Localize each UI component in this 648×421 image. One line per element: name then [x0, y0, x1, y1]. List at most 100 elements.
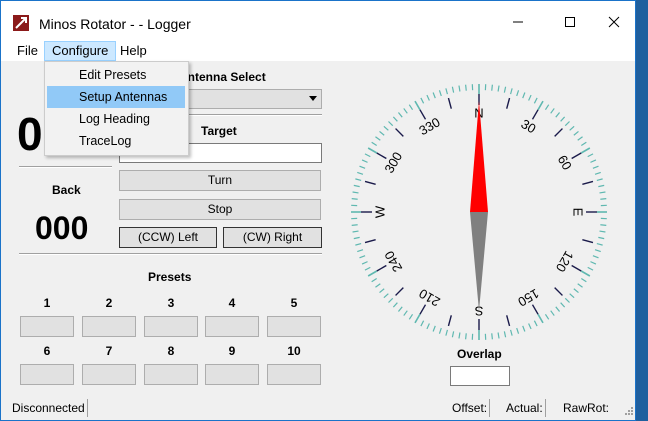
- app-icon: [13, 15, 29, 31]
- compass-label: 60: [555, 152, 575, 172]
- compass-tick: [420, 97, 425, 104]
- compass-major-tick: [364, 239, 376, 244]
- compass-tick: [445, 88, 449, 95]
- compass-tick: [533, 97, 538, 104]
- compass-tick: [592, 165, 599, 169]
- preset-number-label: 5: [290, 296, 298, 310]
- preset-button-10[interactable]: [267, 364, 321, 385]
- compass-major-tick: [506, 315, 511, 327]
- compass-tick: [383, 293, 389, 299]
- menu-item-setup-antennas[interactable]: Setup Antennas: [47, 86, 185, 108]
- compass-tick: [592, 255, 599, 259]
- compass-tick: [432, 92, 436, 99]
- preset-button-7[interactable]: [82, 364, 136, 385]
- preset-number-label: 3: [167, 296, 175, 310]
- menu-item-log-heading[interactable]: Log Heading: [47, 108, 185, 130]
- compass-tick: [600, 224, 607, 226]
- minimize-icon: [513, 21, 523, 23]
- compass-tick: [388, 297, 394, 303]
- compass-label: E: [571, 208, 586, 217]
- title-bar: Minos Rotator - - Logger: [1, 1, 635, 41]
- menu-item-edit-presets[interactable]: Edit Presets: [47, 64, 185, 86]
- compass-tick: [555, 306, 561, 312]
- preset-number-label: 7: [105, 344, 113, 358]
- compass-tick: [587, 153, 594, 158]
- compass-major-tick: [395, 128, 404, 137]
- compass-tick: [364, 153, 371, 158]
- maximize-button[interactable]: [547, 7, 593, 37]
- target-label: Target: [201, 124, 237, 138]
- compass-tick: [577, 136, 583, 141]
- compass-tick: [414, 313, 421, 324]
- compass-tick: [573, 288, 579, 294]
- maximize-icon: [565, 17, 575, 27]
- back-heading-value: 000: [35, 210, 89, 246]
- compass-tick: [352, 191, 359, 194]
- menu-configure[interactable]: Configure: [44, 41, 117, 61]
- needle-south-icon: [470, 212, 488, 311]
- compass-tick: [361, 159, 368, 163]
- stop-button[interactable]: Stop: [119, 199, 321, 220]
- preset-button-5[interactable]: [267, 316, 321, 337]
- preset-button-1[interactable]: [20, 316, 74, 337]
- compass-label: W: [373, 205, 388, 218]
- compass-major-tick: [571, 152, 582, 160]
- turn-button[interactable]: Turn: [119, 170, 321, 191]
- overlap-input[interactable]: [450, 366, 510, 386]
- compass-tick: [594, 171, 601, 175]
- compass-major-tick: [364, 180, 376, 185]
- compass-major-tick: [531, 304, 539, 315]
- needle-north-icon: [470, 101, 488, 212]
- compass-tick: [596, 242, 603, 246]
- compass-tick: [599, 230, 606, 233]
- compass-tick: [403, 108, 408, 114]
- compass-tick: [503, 331, 507, 338]
- menu-help[interactable]: Help: [113, 41, 154, 61]
- compass-tick: [516, 90, 520, 97]
- compass-tick: [397, 112, 403, 118]
- compass-tick: [383, 125, 389, 131]
- minimize-button[interactable]: [495, 7, 541, 37]
- compass-tick: [516, 327, 520, 334]
- compass-major-tick: [506, 97, 511, 109]
- preset-button-8[interactable]: [144, 364, 198, 385]
- compass-tick: [379, 130, 385, 136]
- compass-tick: [392, 116, 398, 122]
- menu-file[interactable]: File: [10, 41, 45, 61]
- preset-button-4[interactable]: [205, 316, 259, 337]
- compass-tick: [550, 310, 555, 316]
- close-button[interactable]: [591, 7, 635, 37]
- menu-item-tracelog[interactable]: TraceLog: [47, 130, 185, 152]
- compass-tick: [361, 261, 368, 265]
- compass-tick: [598, 236, 605, 240]
- compass-major-tick: [554, 287, 563, 296]
- actual-readout: Actual:: [504, 399, 546, 417]
- ccw-left-button[interactable]: (CCW) Left: [119, 227, 217, 248]
- compass-tick: [353, 236, 360, 240]
- compass-tick: [355, 242, 362, 246]
- preset-button-2[interactable]: [82, 316, 136, 337]
- compass-major-tick: [554, 128, 563, 137]
- preset-button-9[interactable]: [205, 364, 259, 385]
- preset-number-label: 1: [43, 296, 51, 310]
- compass-tick: [414, 100, 421, 111]
- compass-tick: [509, 88, 513, 95]
- preset-button-6[interactable]: [20, 364, 74, 385]
- compass-tick: [371, 141, 378, 147]
- compass-tick: [560, 116, 566, 122]
- compass-tick: [458, 332, 461, 339]
- preset-button-3[interactable]: [144, 316, 198, 337]
- compass-tick: [580, 141, 587, 147]
- compass-label: 30: [518, 116, 538, 136]
- cw-right-button[interactable]: (CW) Right: [223, 227, 322, 248]
- compass-tick: [397, 306, 403, 312]
- compass-major-tick: [395, 287, 404, 296]
- compass-tick: [590, 159, 597, 163]
- compass-tick: [503, 86, 507, 93]
- connection-status: Disconnected: [10, 399, 88, 417]
- compass-major-tick: [376, 152, 387, 160]
- compass-tick: [352, 230, 359, 233]
- compass-tick: [544, 313, 550, 320]
- window-title: Minos Rotator - - Logger: [39, 16, 191, 32]
- compass-tick: [491, 84, 493, 91]
